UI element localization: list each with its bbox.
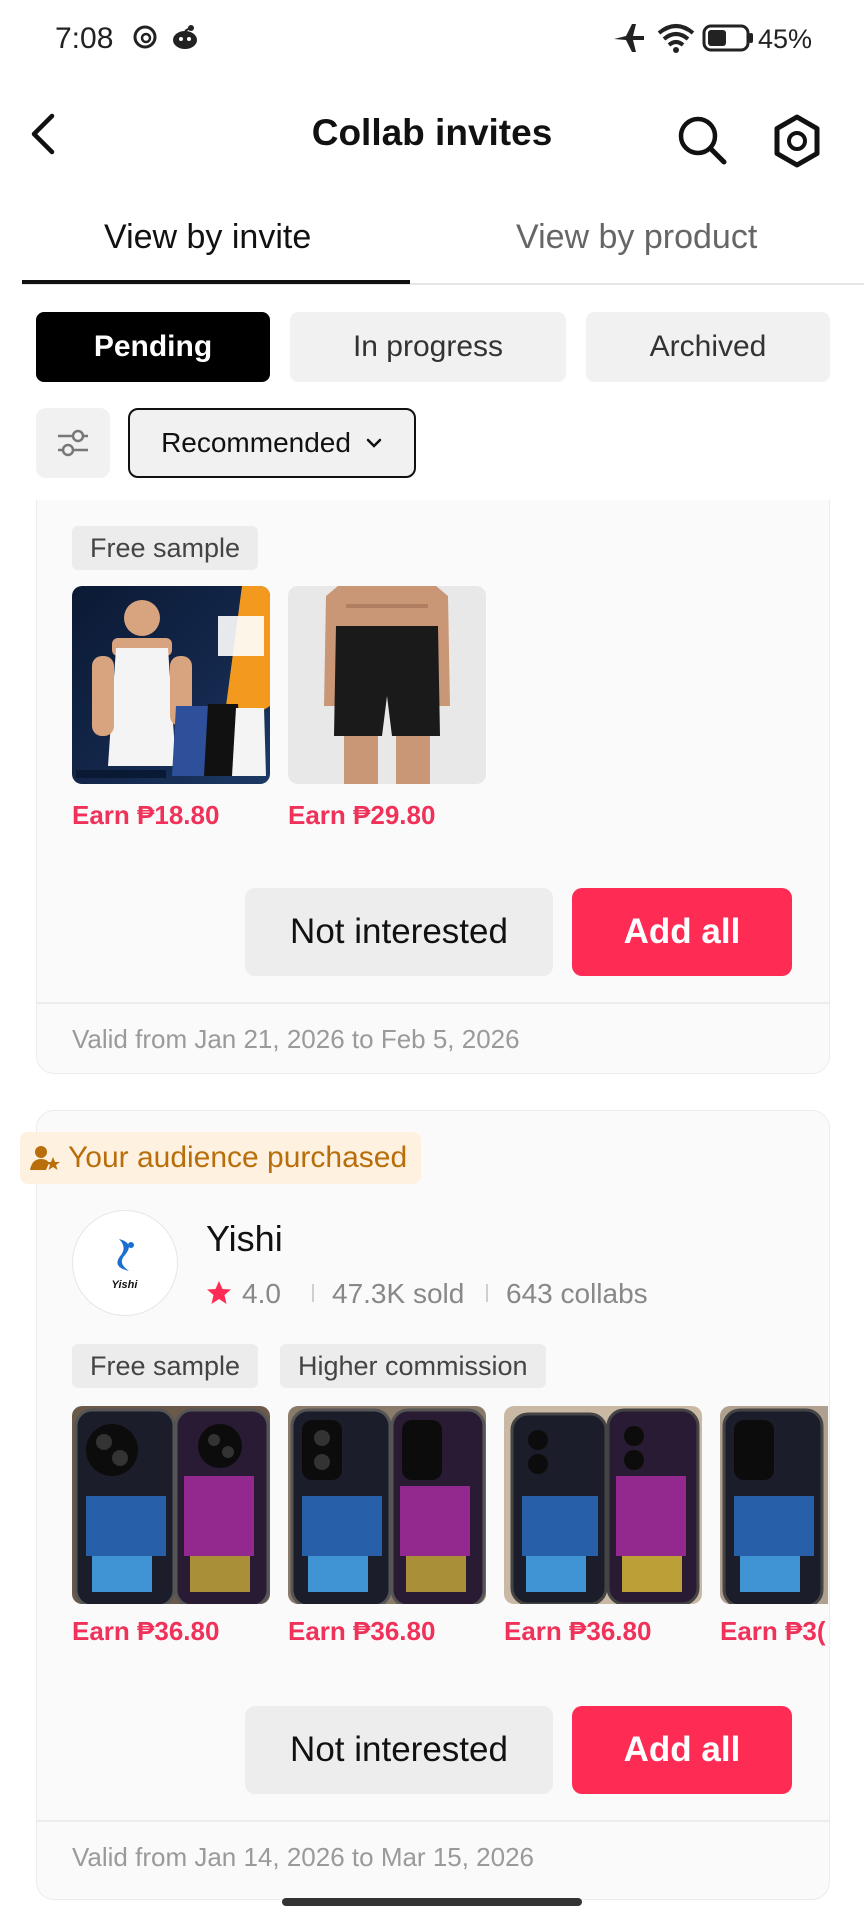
earn-label: Earn ₱3( [720,1616,826,1646]
tab-view-by-invite[interactable]: View by invite [104,218,311,257]
earn-label: Earn ₱36.80 [288,1616,436,1646]
earn-label: Earn ₱18.80 [72,800,220,830]
search-button[interactable] [676,114,728,171]
reddit-icon [170,22,200,57]
home-indicator[interactable] [282,1898,582,1906]
chip-in-progress[interactable]: In progress [290,312,566,382]
earn-label: Earn ₱36.80 [504,1616,652,1646]
product-thumb-phone-case[interactable] [288,1406,486,1604]
card-divider [36,1820,830,1822]
add-all-button[interactable]: Add all [572,1706,792,1794]
chip-archived[interactable]: Archived [586,312,830,382]
status-time: 7:08 [55,22,114,55]
seller-avatar[interactable]: Yishi [72,1210,178,1316]
user-star-icon [30,1146,60,1170]
meta-separator [486,1284,488,1302]
badge-text: Your audience purchased [68,1141,408,1174]
audience-purchased-badge: Your audience purchased [20,1132,422,1184]
earn-label: Earn ₱36.80 [72,1616,220,1646]
sort-dropdown[interactable]: Recommended [128,408,416,478]
tag-free-sample: Free sample [72,1344,259,1388]
status-bar: 7:08 45% [0,0,864,80]
not-interested-button[interactable]: Not interested [245,888,553,976]
active-tab-underline [22,280,410,284]
wifi-icon [656,22,696,59]
tab-view-by-product[interactable]: View by product [516,218,757,257]
sliders-icon [58,429,88,457]
add-all-button[interactable]: Add all [572,888,792,976]
seller-name[interactable]: Yishi [206,1218,283,1260]
page-title: Collab invites [311,112,553,153]
not-interested-button[interactable]: Not interested [245,1706,553,1794]
card-divider [36,1002,830,1004]
product-thumb-vest[interactable] [72,586,270,784]
threads-icon [132,22,158,57]
product-carousel[interactable]: Earn ₱36.80 Earn ₱36.80 Earn ₱36.80 Earn… [72,1406,828,1650]
seller-sold: 47.3K sold [332,1278,465,1309]
valid-dates: Valid from Jan 14, 2026 to Mar 15, 2026 [72,1842,535,1872]
product-thumb-phone-case[interactable] [720,1406,828,1604]
star-icon [206,1280,232,1311]
airplane-icon [612,22,646,59]
yishi-logo-icon [117,1239,134,1271]
product-thumb-phone-case[interactable] [504,1406,702,1604]
meta-separator [312,1284,314,1302]
valid-dates: Valid from Jan 21, 2026 to Feb 5, 2026 [72,1024,520,1054]
tag-higher-commission: Higher commission [280,1344,546,1388]
chevron-down-icon [366,438,382,448]
seller-logo-text: Yishi [111,1279,138,1291]
earn-label: Earn ₱29.80 [288,800,436,830]
sort-label: Recommended [161,427,351,458]
product-thumb-phone-case[interactable] [72,1406,270,1604]
seller-rating: 4.0 [242,1278,281,1309]
product-thumb-shorts[interactable] [288,586,486,784]
tag-free-sample: Free sample [72,526,259,570]
settings-button[interactable] [770,114,824,173]
seller-collabs: 643 collabs [506,1278,648,1309]
filter-button[interactable] [36,408,110,478]
battery-icon [702,22,754,59]
search-icon [678,116,727,165]
gear-icon [774,114,820,168]
battery-percent: 45% [758,24,813,54]
chip-pending[interactable]: Pending [36,312,270,382]
